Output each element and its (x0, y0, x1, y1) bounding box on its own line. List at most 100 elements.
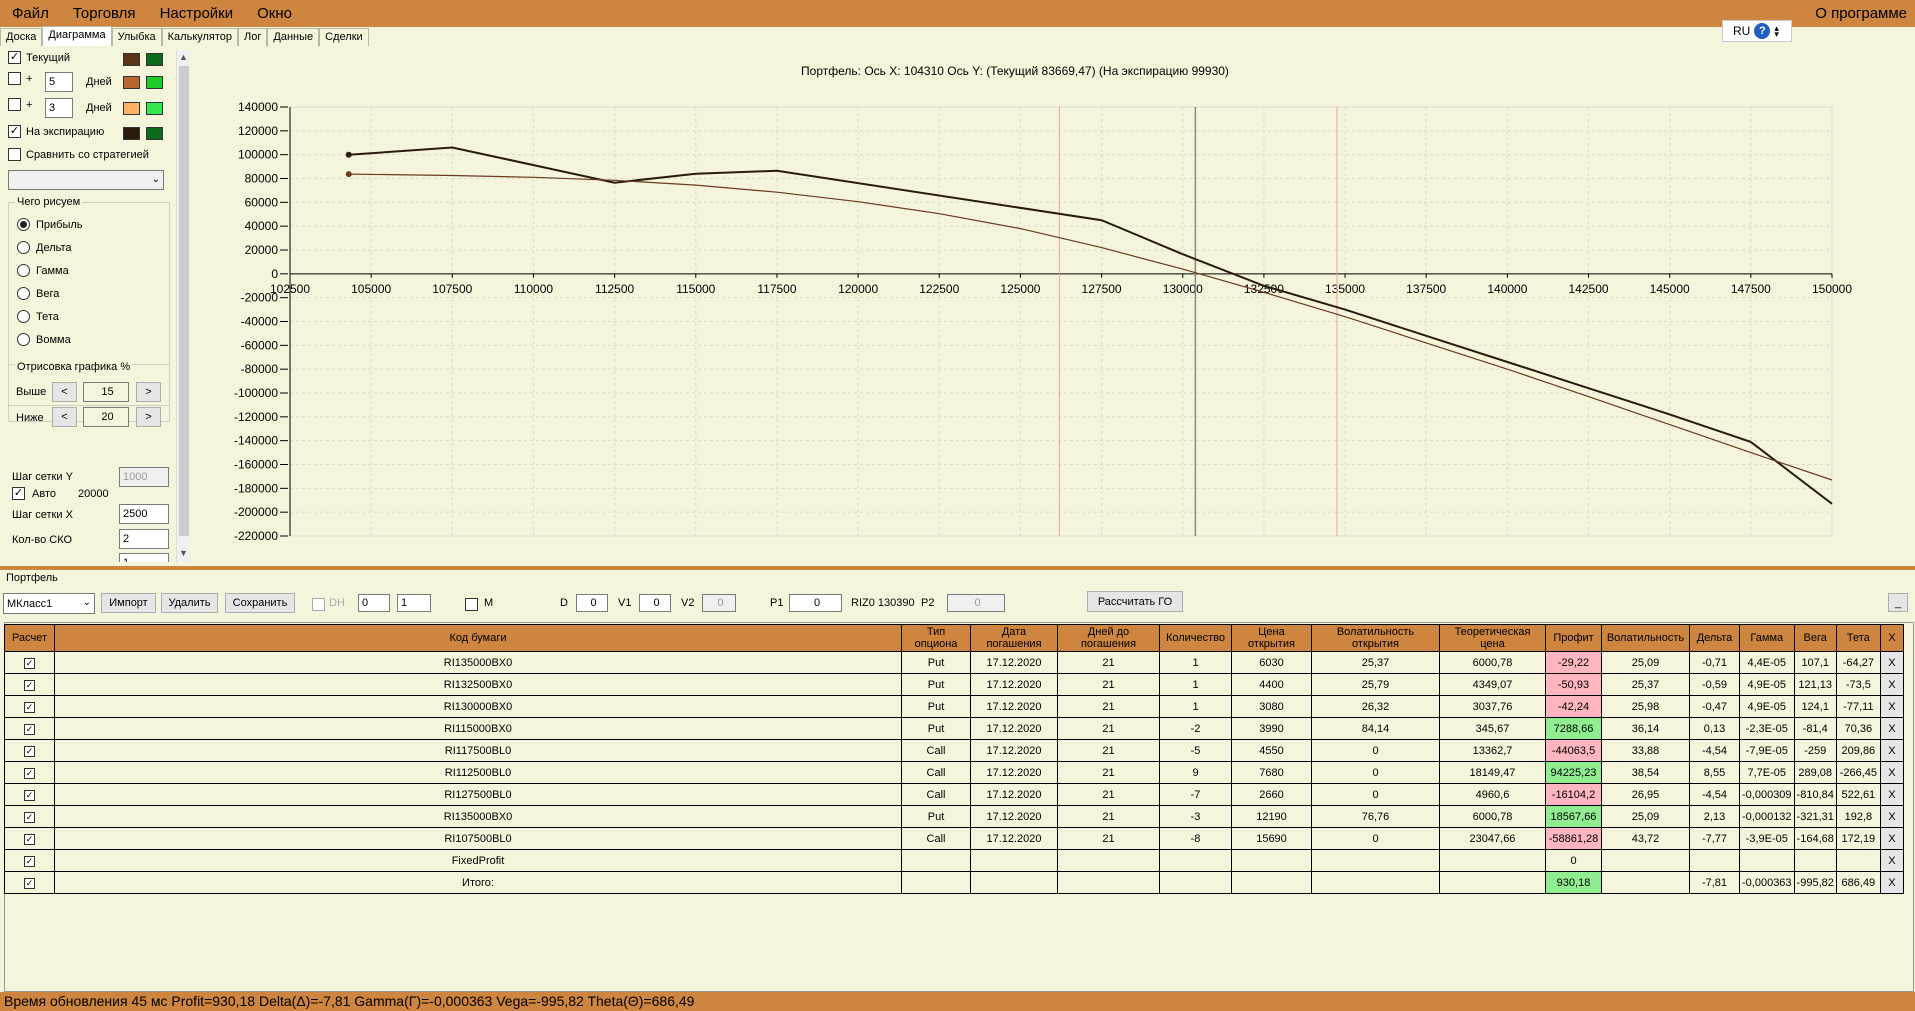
radio-gamma[interactable]: Гамма (17, 264, 69, 277)
v2-input[interactable]: 0 (702, 594, 736, 612)
days5-color-2[interactable] (146, 76, 163, 89)
col-profit[interactable]: Профит (1545, 624, 1602, 652)
menu-about[interactable]: О программе (1815, 0, 1907, 27)
below-decrease-button[interactable]: < (52, 407, 77, 427)
expiry-checkbox[interactable]: ✓ (8, 125, 21, 138)
tab-diagram[interactable]: Диаграмма (42, 26, 112, 46)
remove-row-button[interactable]: X (1879, 651, 1904, 674)
days3-color-1[interactable] (123, 102, 140, 115)
col-qty[interactable]: Количество (1159, 624, 1232, 652)
remove-row-button[interactable]: X (1879, 805, 1904, 828)
dh-checkbox[interactable] (312, 598, 325, 611)
radio-vomma[interactable]: Вомма (17, 333, 71, 346)
col-gamma[interactable]: Гамма (1739, 624, 1795, 652)
tab-deals[interactable]: Сделки (319, 28, 369, 46)
tab-board[interactable]: Доска (0, 28, 43, 46)
days5-checkbox[interactable] (8, 72, 21, 85)
above-decrease-button[interactable]: < (52, 382, 77, 402)
radio-vega[interactable]: Вега (17, 287, 59, 300)
save-button[interactable]: Сохранить (225, 593, 295, 613)
minimize-button[interactable]: _ (1888, 593, 1908, 612)
days5-input[interactable]: 5 (45, 72, 73, 92)
current-checkbox[interactable]: ✓ (8, 51, 21, 64)
col-code[interactable]: Код бумаги (54, 624, 902, 652)
calc-checkbox[interactable]: ✓ (4, 739, 55, 762)
days5-color-1[interactable] (123, 76, 140, 89)
radio-delta[interactable]: Дельта (17, 241, 72, 254)
days3-input[interactable]: 3 (45, 98, 73, 118)
import-button[interactable]: Импорт (101, 593, 156, 613)
radio-theta[interactable]: Тета (17, 310, 59, 323)
col-theor[interactable]: Теоретическая цена (1439, 624, 1546, 652)
expiry-color-1[interactable] (123, 127, 140, 140)
scroll-down-icon[interactable]: ▼ (179, 548, 188, 558)
calc-checkbox[interactable]: ✓ (4, 849, 55, 872)
menu-trading[interactable]: Торговля (61, 0, 148, 27)
auto-checkbox[interactable]: ✓ (12, 487, 25, 500)
calc-checkbox[interactable]: ✓ (4, 805, 55, 828)
col-vega[interactable]: Вега (1793, 624, 1837, 652)
menu-file[interactable]: Файл (0, 0, 61, 27)
calc-checkbox[interactable]: ✓ (4, 717, 55, 740)
radio-profit[interactable]: Прибыль (17, 218, 83, 231)
menu-window[interactable]: Окно (245, 0, 304, 27)
help-icon[interactable]: ? (1754, 23, 1771, 39)
below-increase-button[interactable]: > (136, 407, 161, 427)
delete-button[interactable]: Удалить (161, 593, 218, 613)
remove-row-button[interactable]: X (1879, 761, 1904, 784)
tab-log[interactable]: Лог (238, 28, 268, 46)
below-input[interactable]: 20 (83, 407, 129, 427)
remove-row-button[interactable]: X (1879, 871, 1904, 894)
calc-checkbox[interactable]: ✓ (4, 761, 55, 784)
grid-y-input[interactable]: 1000 (119, 467, 169, 487)
calc-checkbox[interactable]: ✓ (4, 871, 55, 894)
col-calc[interactable]: Расчет (4, 624, 55, 652)
menu-settings[interactable]: Настройки (148, 0, 246, 27)
col-days[interactable]: Дней до погашения (1057, 624, 1160, 652)
calc-checkbox[interactable]: ✓ (4, 827, 55, 850)
panel-splitter[interactable] (0, 566, 1915, 570)
next-input[interactable]: 1 (119, 553, 169, 562)
spinner-icon[interactable]: ▴ ▾ (1774, 24, 1779, 39)
col-theta[interactable]: Тета (1835, 624, 1881, 652)
calc-checkbox[interactable]: ✓ (4, 695, 55, 718)
d-input[interactable]: 0 (576, 594, 608, 612)
days3-checkbox[interactable] (8, 98, 21, 111)
above-input[interactable]: 15 (83, 382, 129, 402)
current-color-2[interactable] (146, 53, 163, 66)
remove-row-button[interactable]: X (1879, 739, 1904, 762)
col-vol[interactable]: Волатильность (1601, 624, 1690, 652)
p2-input[interactable]: 0 (947, 594, 1005, 612)
above-increase-button[interactable]: > (136, 382, 161, 402)
calc-checkbox[interactable]: ✓ (4, 651, 55, 674)
expiry-color-2[interactable] (146, 127, 163, 140)
remove-row-button[interactable]: X (1879, 849, 1904, 872)
col-date[interactable]: Дата погашения (970, 624, 1058, 652)
language-selector[interactable]: RU ? ▴ ▾ (1722, 20, 1792, 42)
calculate-margin-button[interactable]: Рассчитать ГО (1087, 591, 1183, 612)
tab-data[interactable]: Данные (267, 28, 320, 46)
dh-value2-stepper[interactable]: 1 (397, 594, 431, 612)
col-type[interactable]: Тип опциона (901, 624, 971, 652)
settings-scrollbar[interactable]: ▲ ▼ (176, 50, 190, 562)
compare-checkbox[interactable] (8, 148, 21, 161)
calc-checkbox[interactable]: ✓ (4, 783, 55, 806)
col-vol-open[interactable]: Волатильность открытия (1311, 624, 1440, 652)
scroll-thumb[interactable] (179, 66, 189, 536)
col-open[interactable]: Цена открытия (1231, 624, 1312, 652)
tab-calculator[interactable]: Калькулятор (161, 28, 239, 46)
calc-checkbox[interactable]: ✓ (4, 673, 55, 696)
v1-input[interactable]: 0 (639, 594, 671, 612)
strategy-select[interactable]: ⌄ (8, 170, 164, 190)
remove-row-button[interactable]: X (1879, 717, 1904, 740)
tab-smile[interactable]: Улыбка (111, 28, 162, 46)
p1-input[interactable]: 0 (789, 594, 842, 612)
portfolio-select[interactable]: МКласс1 ⌄ (3, 593, 95, 614)
remove-row-button[interactable]: X (1879, 673, 1904, 696)
dh-value1-stepper[interactable]: 0 (358, 594, 390, 612)
remove-row-button[interactable]: X (1879, 827, 1904, 850)
sko-input[interactable]: 2 (119, 529, 169, 549)
scroll-up-icon[interactable]: ▲ (179, 52, 188, 62)
current-color-1[interactable] (123, 53, 140, 66)
days3-color-2[interactable] (146, 102, 163, 115)
